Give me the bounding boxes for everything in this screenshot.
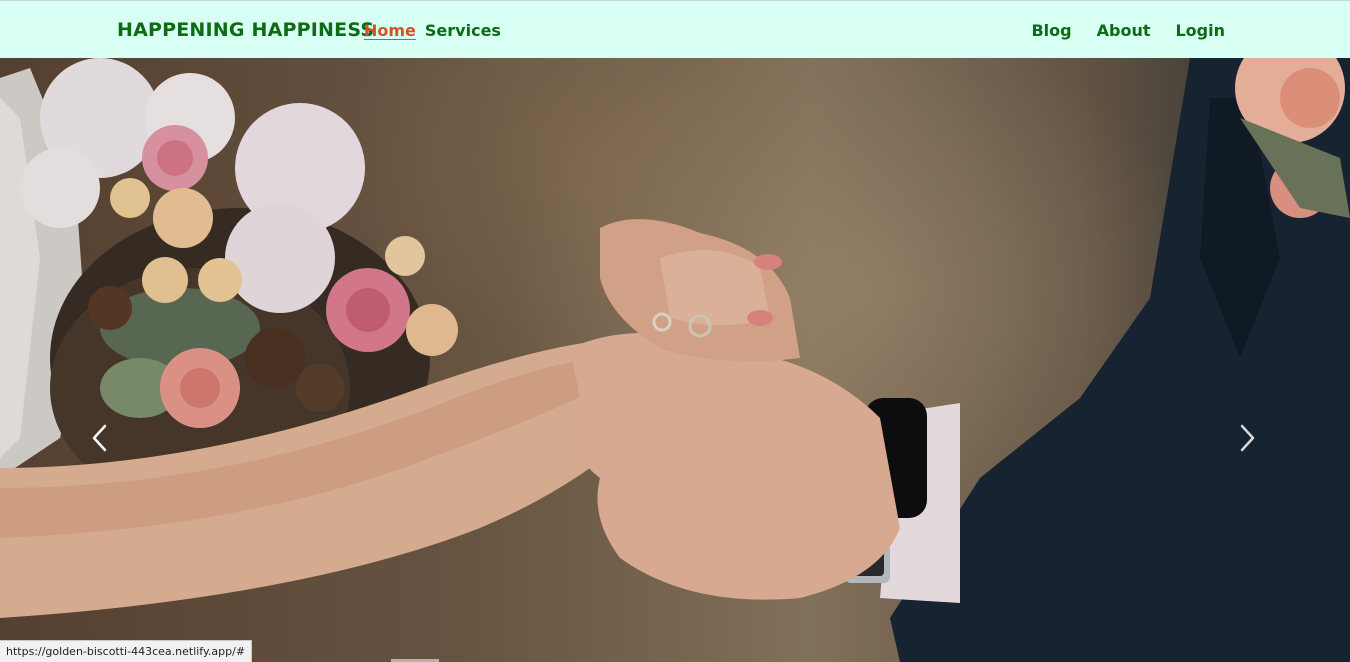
navbar: HAPPENING HAPPINESS Home Services Blog A… (0, 0, 1350, 58)
carousel-next-button[interactable] (1227, 418, 1267, 458)
nav-about-link[interactable]: About (1097, 21, 1151, 40)
nav-login-link[interactable]: Login (1175, 21, 1225, 40)
carousel-prev-button[interactable] (80, 418, 120, 458)
nav-blog-link[interactable]: Blog (1031, 21, 1071, 40)
chevron-right-icon (1240, 424, 1255, 452)
hero-carousel (0, 58, 1350, 662)
browser-status-bar: https://golden-biscotti-443cea.netlify.a… (0, 640, 253, 662)
nav-left-group: Home Services (364, 21, 501, 40)
nav-home-link[interactable]: Home (364, 21, 416, 40)
page: HAPPENING HAPPINESS Home Services Blog A… (0, 0, 1350, 662)
nav-right-group: Blog About Login (1031, 21, 1225, 40)
nav-services-link[interactable]: Services (425, 21, 501, 40)
carousel-slide-image (0, 58, 1350, 662)
chevron-left-icon (92, 424, 107, 452)
brand-logo[interactable]: HAPPENING HAPPINESS (117, 19, 374, 41)
